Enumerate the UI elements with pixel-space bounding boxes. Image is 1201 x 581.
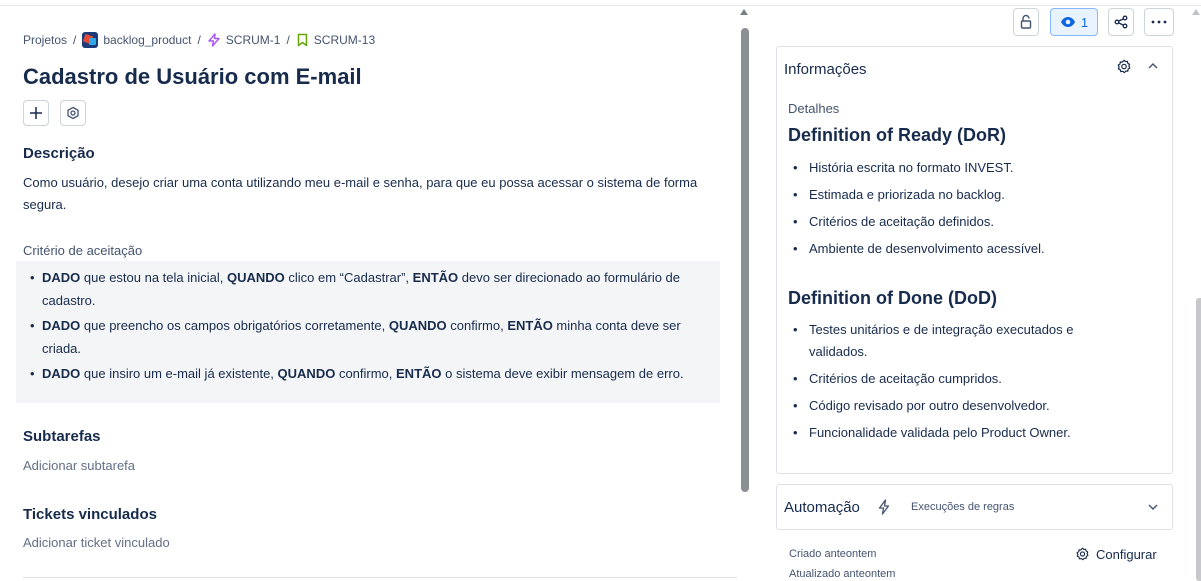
add-subtask-link[interactable]: Adicionar subtarefa [23, 458, 135, 473]
right-scroll-up-arrow[interactable] [1192, 9, 1200, 15]
breadcrumb-epic-label: SCRUM-1 [225, 33, 281, 47]
created-date: Criado anteontem [789, 548, 877, 560]
info-panel-title[interactable]: Informações [784, 61, 867, 78]
breadcrumb-story-label: SCRUM-13 [313, 33, 376, 47]
configure-button[interactable]: Configurar [1075, 547, 1157, 562]
dod-item: Funcionalidade validada pelo Product Own… [793, 422, 1123, 444]
breadcrumb-project[interactable]: backlog_product [82, 32, 191, 48]
criteria-list: DADO que estou na tela inicial, QUANDO c… [30, 266, 722, 387]
criteria-label: Critério de aceitação [23, 243, 143, 258]
dor-heading: Definition of Ready (DoR) [788, 125, 1006, 145]
breadcrumb-separator: / [197, 33, 201, 47]
info-panel: Informações Detalhes Definition of Ready… [776, 46, 1173, 474]
description-heading: Descrição [23, 145, 95, 162]
breadcrumb-story[interactable]: SCRUM-13 [296, 33, 375, 47]
issue-title[interactable]: Cadastro de Usuário com E-mail [23, 64, 362, 90]
dor-item: Estimada e priorizada no backlog. [793, 184, 1123, 206]
dor-item: Critérios de aceitação definidos. [793, 211, 1123, 233]
divider [23, 577, 737, 578]
updated-date: Atualizado anteontem [789, 568, 896, 580]
watch-count: 1 [1080, 14, 1089, 30]
restrict-button[interactable] [1013, 8, 1039, 36]
criteria-item: DADO que estou na tela inicial, QUANDO c… [30, 266, 722, 312]
dod-item: Testes unitários e de integração executa… [793, 319, 1123, 363]
share-icon [1114, 15, 1128, 29]
more-button[interactable] [1144, 8, 1174, 36]
add-button[interactable] [23, 100, 49, 126]
right-scrollbar-thumb[interactable] [1196, 298, 1201, 581]
scroll-up-arrow[interactable] [740, 9, 748, 15]
breadcrumb-epic[interactable]: SCRUM-1 [207, 33, 281, 47]
breadcrumb-separator: / [73, 33, 77, 47]
configure-label: Configurar [1096, 547, 1157, 562]
criteria-item: DADO que preencho os campos obrigatórios… [30, 314, 722, 360]
story-bookmark-icon [297, 33, 308, 47]
chevron-down-icon[interactable] [1147, 501, 1159, 513]
more-icon [1151, 20, 1167, 24]
apps-icon [67, 106, 79, 120]
watch-button[interactable]: 1 [1050, 8, 1098, 36]
linked-tickets-heading: Tickets vinculados [23, 506, 157, 523]
dod-heading: Definition of Done (DoD) [788, 288, 997, 308]
bolt-icon [878, 499, 890, 515]
breadcrumb-project-label: backlog_product [103, 33, 192, 47]
criteria-item: DADO que insiro um e-mail já existente, … [30, 362, 722, 385]
gear-icon[interactable] [1116, 59, 1132, 75]
automation-title: Automação [784, 499, 860, 516]
subtasks-heading: Subtarefas [23, 428, 101, 445]
main-scrollbar-thumb[interactable] [741, 28, 749, 492]
plus-icon [30, 107, 42, 119]
epic-lightning-icon [208, 33, 220, 47]
chevron-up-icon[interactable] [1147, 60, 1159, 72]
add-linked-ticket-link[interactable]: Adicionar ticket vinculado [23, 535, 170, 550]
dod-item: Código revisado por outro desenvolvedor. [793, 395, 1123, 417]
gear-icon [1076, 547, 1089, 561]
issue-main-panel: Projetos / backlog_product / SCRUM-1 / S… [0, 6, 737, 581]
breadcrumb: Projetos / backlog_product / SCRUM-1 / S… [23, 32, 375, 48]
description-text[interactable]: Como usuário, desejo criar uma conta uti… [23, 172, 723, 216]
dor-list: História escrita no formato INVEST. Esti… [793, 157, 1123, 265]
dor-item: Ambiente de desenvolvimento acessível. [793, 238, 1123, 260]
share-button[interactable] [1108, 8, 1134, 36]
project-avatar-icon [82, 32, 99, 48]
automation-subtitle: Execuções de regras [911, 501, 1015, 513]
dod-item: Critérios de aceitação cumpridos. [793, 368, 1123, 390]
breadcrumb-separator: / [286, 33, 290, 47]
lock-icon [1020, 14, 1032, 29]
details-label: Detalhes [788, 101, 840, 116]
dod-list: Testes unitários e de integração executa… [793, 319, 1123, 449]
eye-icon [1060, 17, 1075, 27]
automation-panel[interactable]: Automação Execuções de regras [776, 484, 1173, 530]
apps-button[interactable] [60, 100, 86, 126]
breadcrumb-projects[interactable]: Projetos [23, 33, 67, 47]
dor-item: História escrita no formato INVEST. [793, 157, 1123, 179]
